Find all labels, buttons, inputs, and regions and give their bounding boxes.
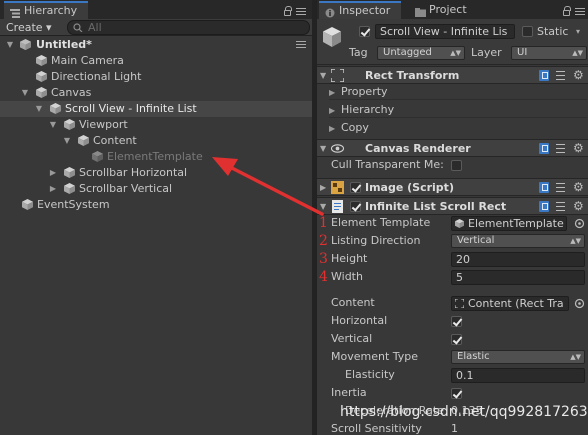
- watermark: https://blog.csdn.net/qq992817263: [340, 404, 588, 420]
- annotation-arrow: [212, 157, 324, 216]
